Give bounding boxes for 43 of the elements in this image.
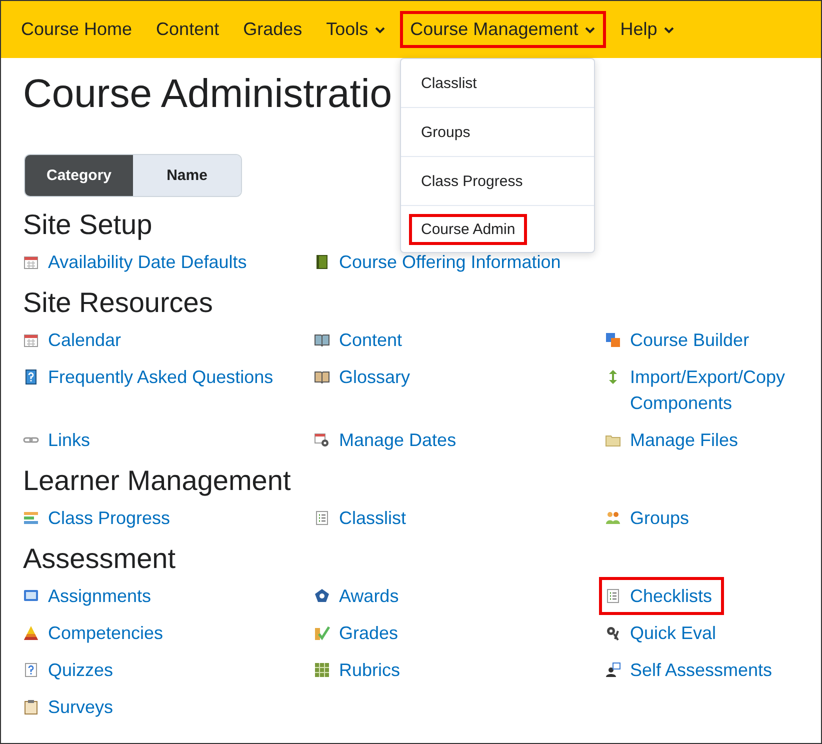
nav-link[interactable]: Grades [233, 11, 312, 48]
admin-link[interactable]: Manage Dates [339, 427, 456, 453]
view-tab[interactable]: Category [25, 155, 133, 196]
admin-link[interactable]: Rubrics [339, 657, 400, 683]
section-heading: Site Resources [23, 286, 213, 320]
nav-link[interactable]: Tools [316, 11, 396, 48]
admin-link[interactable]: Groups [630, 505, 690, 531]
menu-item[interactable]: Course Admin [401, 206, 594, 252]
nav-link[interactable]: Course Management [400, 11, 606, 48]
view-tab[interactable]: Name [133, 155, 241, 196]
admin-link[interactable]: Quizzes [48, 657, 114, 683]
admin-link[interactable]: Frequently Asked Questions [48, 364, 274, 390]
admin-link[interactable]: Manage Files [630, 427, 738, 453]
admin-link[interactable]: Content [339, 327, 402, 353]
admin-link[interactable]: Awards [339, 583, 399, 609]
section-heading: Assessment [23, 542, 176, 576]
admin-link[interactable]: Classlist [339, 505, 406, 531]
admin-link[interactable]: Class Progress [48, 505, 170, 531]
section-heading: Learner Management [23, 464, 291, 498]
page-title: Course Administratio [23, 71, 392, 118]
nav-link[interactable]: Content [146, 11, 230, 48]
admin-link[interactable]: Course Offering Information [339, 249, 561, 275]
chevron-down-icon [374, 26, 386, 34]
nav-link[interactable]: Course Home [11, 11, 142, 48]
admin-link[interactable]: Availability Date Defaults [48, 249, 247, 275]
admin-link[interactable]: Surveys [48, 694, 114, 720]
admin-link[interactable]: Grades [339, 620, 398, 646]
section-heading: Site Setup [23, 208, 152, 242]
admin-link[interactable]: Glossary [339, 364, 410, 390]
chevron-down-icon [663, 26, 676, 34]
nav-link[interactable]: Help [610, 11, 686, 48]
chevron-down-icon [584, 26, 596, 34]
admin-link[interactable]: Competencies [48, 620, 164, 646]
admin-link[interactable]: Calendar [48, 327, 122, 353]
menu-item[interactable]: Class Progress [401, 157, 594, 206]
admin-link[interactable]: Quick Eval [630, 620, 716, 646]
menu-item[interactable]: Groups [401, 108, 594, 157]
admin-link[interactable]: Assignments [48, 583, 152, 609]
admin-link[interactable]: Self Assessments [630, 657, 772, 683]
menu-item[interactable]: Classlist [401, 59, 594, 108]
admin-link[interactable]: Links [48, 427, 90, 453]
admin-link[interactable]: Course Builder [630, 327, 750, 353]
admin-link[interactable]: Import/Export/Copy Components [630, 364, 821, 416]
